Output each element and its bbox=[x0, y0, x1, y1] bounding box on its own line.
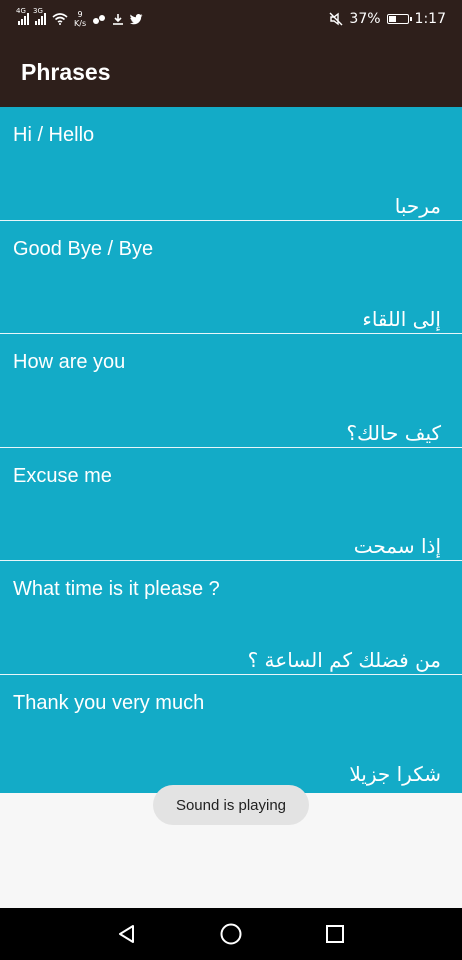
phrase-list: Hi / Hello مرحبا Good Bye / Bye إلى اللق… bbox=[0, 107, 462, 793]
list-item[interactable]: How are you كيف حالك؟ bbox=[0, 334, 462, 448]
app-bar: Phrases bbox=[0, 38, 462, 107]
recents-square-icon bbox=[326, 925, 344, 943]
list-item[interactable]: Excuse me إذا سمحت bbox=[0, 448, 462, 561]
signal-label: 4G bbox=[16, 7, 26, 15]
phrase-arabic: إذا سمحت bbox=[353, 534, 441, 558]
list-item[interactable]: Thank you very much شكرا جزيلا bbox=[0, 675, 462, 789]
clock: 1:17 bbox=[414, 11, 446, 27]
back-button[interactable] bbox=[109, 916, 145, 952]
status-left: 4G 3G 9 K/s bbox=[16, 7, 143, 28]
twitter-icon bbox=[130, 13, 143, 24]
toast-message: Sound is playing bbox=[153, 785, 309, 825]
list-item[interactable]: Good Bye / Bye إلى اللقاء bbox=[0, 221, 462, 334]
list-item[interactable]: What time is it please ? من فضلك كم السا… bbox=[0, 561, 462, 675]
phrase-english: What time is it please ? bbox=[13, 578, 220, 600]
network-speed-value: 9 bbox=[77, 10, 83, 19]
mobile-signal-icon-2: 3G bbox=[33, 7, 46, 25]
phrase-english: How are you bbox=[13, 351, 126, 373]
app-notification-icon bbox=[93, 15, 106, 24]
network-speed-unit: K/s bbox=[74, 19, 87, 28]
recents-button[interactable] bbox=[317, 916, 353, 952]
navigation-bar bbox=[0, 908, 462, 960]
mobile-signal-icon: 4G bbox=[16, 7, 29, 25]
phrase-arabic: من فضلك كم الساعة ؟ bbox=[247, 647, 441, 672]
network-speed: 9 K/s bbox=[74, 10, 86, 28]
phrase-arabic: مرحبا bbox=[394, 193, 441, 218]
phrase-arabic: شكرا جزيلا bbox=[349, 762, 441, 786]
phrase-english: Hi / Hello bbox=[13, 124, 95, 146]
phrase-english: Thank you very much bbox=[13, 691, 205, 714]
download-icon bbox=[113, 14, 124, 25]
phrase-arabic: إلى اللقاء bbox=[362, 307, 441, 331]
page-title: Phrases bbox=[21, 59, 111, 85]
battery-icon bbox=[386, 14, 412, 24]
battery-percent: 37% bbox=[349, 11, 381, 27]
phrase-arabic: كيف حالك؟ bbox=[346, 420, 441, 445]
signal-label-2: 3G bbox=[33, 7, 43, 15]
phrase-english: Excuse me bbox=[13, 464, 112, 487]
wifi-icon bbox=[52, 13, 68, 25]
status-bar: 4G 3G 9 K/s 37% 1:17 bbox=[0, 0, 462, 38]
phrase-english: Good Bye / Bye bbox=[13, 237, 154, 260]
list-item[interactable]: Hi / Hello مرحبا bbox=[0, 107, 462, 221]
back-triangle-icon bbox=[119, 925, 134, 943]
mute-icon bbox=[329, 12, 343, 26]
home-circle-icon bbox=[220, 923, 242, 945]
home-button[interactable] bbox=[213, 916, 249, 952]
status-right: 37% 1:17 bbox=[329, 11, 446, 27]
